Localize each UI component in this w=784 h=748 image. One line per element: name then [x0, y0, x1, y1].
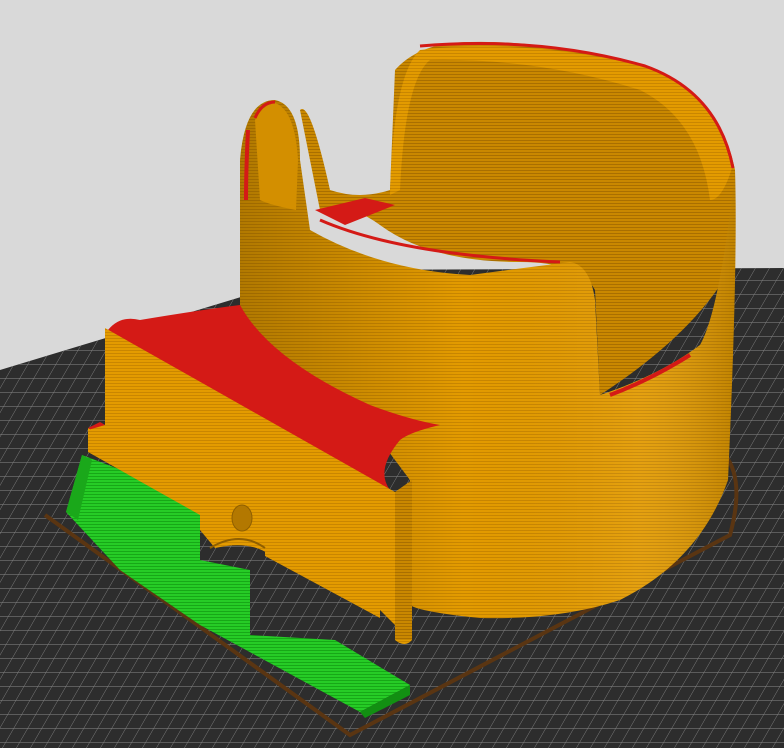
3d-print-preview-viewport[interactable] — [0, 0, 784, 748]
mounting-hole — [231, 504, 253, 532]
